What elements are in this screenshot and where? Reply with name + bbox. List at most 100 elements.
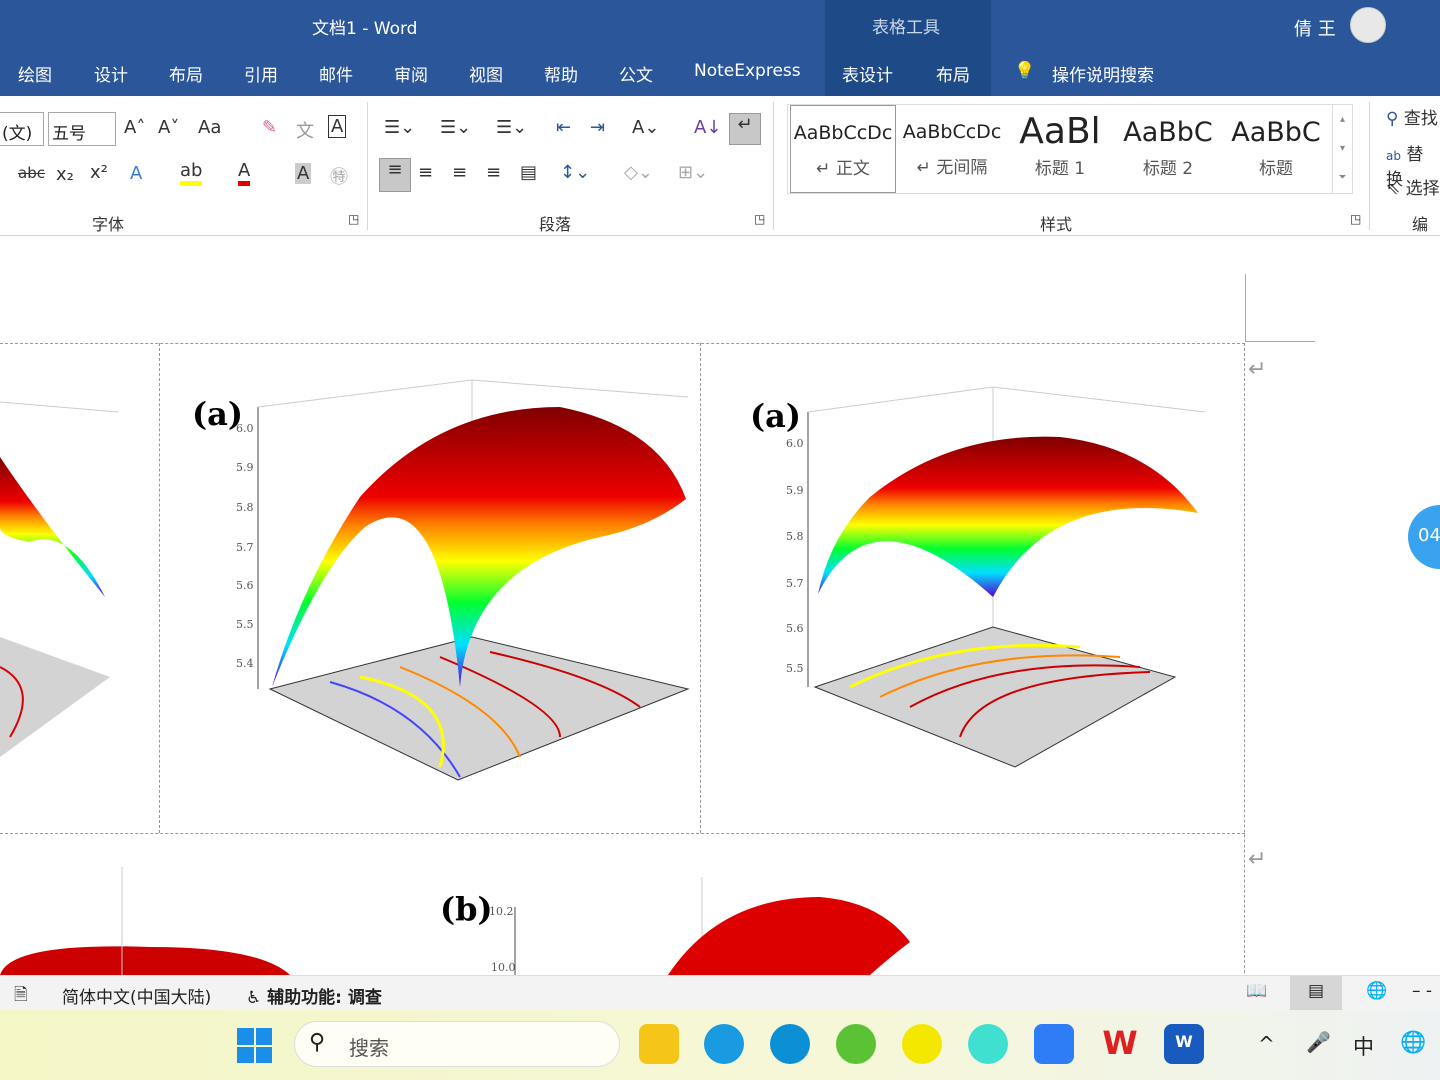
shrink-font-icon[interactable]: A˅ xyxy=(158,117,179,138)
tab-layout[interactable]: 布局 xyxy=(169,61,203,86)
tab-official[interactable]: 公文 xyxy=(619,61,653,86)
font-name-combo[interactable]: (文) xyxy=(0,112,44,146)
tab-review[interactable]: 审阅 xyxy=(394,61,428,86)
grow-font-icon[interactable]: A˄ xyxy=(124,117,145,138)
taskbar-search[interactable]: ⚲ 搜索 xyxy=(294,1021,620,1067)
find-button[interactable]: ⚲ 查找 xyxy=(1386,104,1438,129)
tell-me-search[interactable]: 操作说明搜索 xyxy=(1052,61,1154,86)
select-button[interactable]: ⇖ 选择 xyxy=(1386,174,1440,199)
multilevel-list-icon[interactable]: ☰⌄ xyxy=(496,117,527,138)
char-shading-icon[interactable]: A xyxy=(295,163,312,184)
microphone-icon[interactable]: 🎤 xyxy=(1306,1030,1331,1054)
search-icon: ⚲ xyxy=(1386,109,1399,129)
tab-design[interactable]: 设计 xyxy=(94,61,128,86)
search-icon: ⚲ xyxy=(309,1030,326,1055)
text-effects-icon[interactable]: A xyxy=(130,163,142,184)
language-status[interactable]: 简体中文(中国大陆) xyxy=(62,983,211,1008)
ie-browser-icon[interactable] xyxy=(704,1024,744,1064)
style-no-spacing[interactable]: AaBbCcDc ↵ 无间隔 xyxy=(898,105,1006,193)
borders-icon[interactable]: ⊞⌄ xyxy=(678,162,708,183)
increase-indent-icon[interactable]: ⇥ xyxy=(590,117,605,138)
windows-start-icon[interactable] xyxy=(237,1028,272,1063)
accessibility-status[interactable]: ♿ 辅助功能: 调查 xyxy=(246,983,382,1008)
music-app-icon[interactable] xyxy=(902,1024,942,1064)
globe-icon[interactable]: 🌐 xyxy=(1400,1030,1426,1055)
tab-draw[interactable]: 绘图 xyxy=(18,61,52,86)
change-case-button[interactable]: Aa xyxy=(198,117,221,138)
style-title[interactable]: AaBbC 标题 xyxy=(1222,105,1330,193)
figure-a-1: (a) 6.0 5.9 5.8 5.7 5.6 5.5 5.4 xyxy=(192,379,690,781)
paragraph-dialog-launcher-icon[interactable]: ◳ xyxy=(754,212,765,226)
distributed-icon[interactable]: ▤ xyxy=(520,162,537,183)
enclose-char-icon[interactable]: ㊕ xyxy=(330,163,348,189)
green-browser-icon[interactable] xyxy=(836,1024,876,1064)
font-size-combo[interactable]: 五号 xyxy=(48,112,116,146)
replace-icon: ab xyxy=(1386,149,1401,163)
shading-icon[interactable]: ◇⌄ xyxy=(624,162,653,183)
z-axis-ticks: 6.0 5.9 5.8 5.7 5.6 5.5 5.4 xyxy=(236,422,254,670)
numbering-icon[interactable]: ☰⌄ xyxy=(440,117,471,138)
subscript-icon[interactable]: x₂ xyxy=(56,164,74,185)
side-badge[interactable]: 04 xyxy=(1408,505,1440,569)
figure-images: (a) 6.0 5.9 5.8 5.7 5.6 5.5 5.4 (a) 6.0 … xyxy=(0,379,1206,975)
show-marks-button[interactable]: ↵ xyxy=(729,113,761,145)
vpn-app-icon[interactable] xyxy=(968,1024,1008,1064)
superscript-icon[interactable]: x² xyxy=(90,162,108,183)
align-right-icon[interactable]: ≡ xyxy=(452,162,467,183)
web-layout-icon[interactable]: 🌐 xyxy=(1366,981,1387,1001)
bullets-icon[interactable]: ☰⌄ xyxy=(384,117,415,138)
zoom-slider[interactable]: – - xyxy=(1412,981,1432,1001)
justify-icon[interactable]: ≡ xyxy=(486,162,501,183)
chevron-up-icon[interactable]: ^ xyxy=(1258,1032,1275,1056)
tab-view[interactable]: 视图 xyxy=(469,61,503,86)
end-of-row-mark: ↵ xyxy=(1248,357,1267,382)
gallery-scroll[interactable]: ▴ ▾ ⏷ xyxy=(1332,105,1352,193)
ime-indicator[interactable]: 中 xyxy=(1353,1031,1374,1061)
avatar[interactable] xyxy=(1350,7,1386,43)
tab-table-layout[interactable]: 布局 xyxy=(936,61,970,86)
svg-text:5.6: 5.6 xyxy=(786,622,804,635)
document-page[interactable]: ↵ ↵ 04 (a) 6.0 5.9 5.8 5.7 5.6 5.5 5.4 (… xyxy=(0,237,1440,975)
decrease-indent-icon[interactable]: ⇤ xyxy=(556,117,571,138)
proofing-icon[interactable]: 🗎 xyxy=(14,982,28,1011)
divider xyxy=(1369,102,1370,230)
edge-icon[interactable] xyxy=(770,1024,810,1064)
font-color-icon[interactable]: A xyxy=(238,160,251,186)
svg-text:5.9: 5.9 xyxy=(236,461,254,474)
style-normal[interactable]: AaBbCcDc ↵ 正文 xyxy=(790,105,896,193)
align-center-icon[interactable]: ≡ xyxy=(418,162,433,183)
style-heading-1[interactable]: AaBl 标题 1 xyxy=(1006,105,1114,193)
context-title: 表格工具 xyxy=(872,18,940,38)
svg-text:5.9: 5.9 xyxy=(786,484,804,497)
read-mode-icon[interactable]: 📖 xyxy=(1246,981,1267,1001)
tab-help[interactable]: 帮助 xyxy=(544,61,578,86)
svg-text:5.7: 5.7 xyxy=(236,541,254,554)
sort-icon[interactable]: A↓ xyxy=(694,117,721,138)
tab-mailings[interactable]: 邮件 xyxy=(319,61,353,86)
file-explorer-icon[interactable] xyxy=(639,1024,679,1064)
align-left-button[interactable]: ≡ xyxy=(379,158,411,192)
svg-text:6.0: 6.0 xyxy=(786,437,804,450)
char-spacing-icon[interactable]: A⌄ xyxy=(632,117,659,138)
line-spacing-icon[interactable]: ↕⌄ xyxy=(560,162,590,183)
font-dialog-launcher-icon[interactable]: ◳ xyxy=(348,212,359,226)
feishu-icon[interactable] xyxy=(1034,1024,1074,1064)
tab-table-design[interactable]: 表设计 xyxy=(842,61,893,86)
word-taskbar-icon[interactable]: W xyxy=(1164,1024,1204,1064)
svg-text:10.0: 10.0 xyxy=(491,961,516,974)
print-layout-icon[interactable]: ▤ xyxy=(1290,976,1342,1010)
svg-text:5.4: 5.4 xyxy=(236,657,254,670)
styles-dialog-launcher-icon[interactable]: ◳ xyxy=(1350,212,1361,226)
highlight-icon[interactable]: ab xyxy=(180,160,203,186)
tab-references[interactable]: 引用 xyxy=(244,61,278,86)
tab-noteexpress[interactable]: NoteExpress xyxy=(694,61,801,81)
wps-icon[interactable]: W xyxy=(1100,1024,1140,1064)
user-name[interactable]: 倩 王 xyxy=(1294,15,1336,41)
styles-gallery: AaBbCcDc ↵ 正文 AaBbCcDc ↵ 无间隔 AaBl 标题 1 AaBb… xyxy=(787,104,1353,194)
margin-mark xyxy=(1245,341,1315,342)
strikethrough-icon[interactable]: abc xyxy=(18,164,45,182)
style-heading-2[interactable]: AaBbC 标题 2 xyxy=(1114,105,1222,193)
clear-format-icon[interactable]: ✎ xyxy=(262,117,277,138)
phonetic-guide-icon[interactable]: 文 xyxy=(296,117,314,143)
char-border-icon[interactable]: A xyxy=(328,115,347,138)
